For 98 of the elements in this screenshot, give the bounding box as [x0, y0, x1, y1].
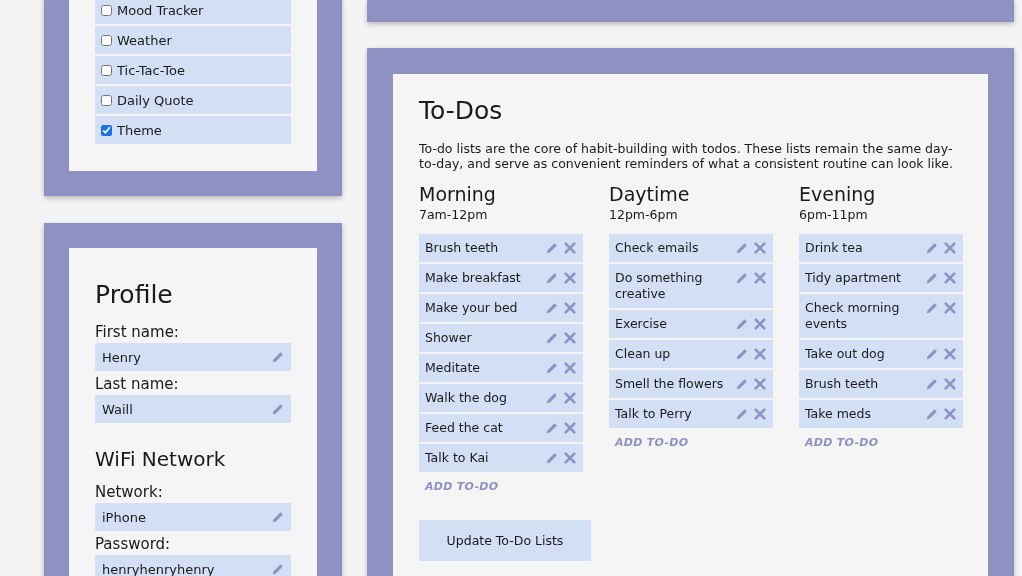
checkbox[interactable]: [101, 34, 112, 46]
pencil-icon[interactable]: [545, 361, 559, 375]
toggle-label: Tic-Tac-Toe: [117, 62, 185, 78]
close-icon[interactable]: [753, 271, 767, 285]
pencil-icon[interactable]: [925, 377, 939, 391]
pencil-icon[interactable]: [545, 241, 559, 255]
close-icon[interactable]: [753, 241, 767, 255]
close-icon[interactable]: [753, 347, 767, 361]
close-icon[interactable]: [563, 391, 577, 405]
toggle-label: Mood Tracker: [117, 2, 204, 18]
pencil-icon[interactable]: [735, 407, 749, 421]
checkbox[interactable]: [101, 4, 112, 16]
section-heading: WiFi Network: [95, 447, 227, 471]
close-icon[interactable]: [563, 241, 577, 255]
pencil-icon[interactable]: [271, 510, 285, 524]
close-icon[interactable]: [753, 377, 767, 391]
field-label: Network:: [95, 483, 164, 501]
text-field[interactable]: Henry: [95, 343, 291, 371]
time-range: 6pm-11pm: [799, 207, 869, 222]
todo-text: Take out dog: [805, 346, 886, 362]
todo-text: Brush teeth: [425, 240, 500, 256]
close-icon[interactable]: [943, 301, 957, 315]
todo-text: Make breakfast: [425, 270, 522, 286]
pencil-icon[interactable]: [925, 407, 939, 421]
close-icon[interactable]: [943, 347, 957, 361]
list-heading: Evening: [799, 183, 877, 205]
pencil-icon[interactable]: [271, 350, 285, 364]
pencil-icon[interactable]: [545, 421, 559, 435]
toggle-label: Theme: [117, 122, 162, 138]
list-heading: Daytime: [609, 183, 691, 205]
toggle-label: Daily Quote: [117, 92, 194, 108]
pencil-icon[interactable]: [925, 301, 939, 315]
close-icon[interactable]: [563, 331, 577, 345]
todo-text: Walk the dog: [425, 390, 508, 406]
list-heading: Morning: [419, 183, 497, 205]
update-button[interactable]: Update To-Do Lists: [419, 520, 591, 561]
todo-text: Do something creative: [615, 270, 704, 302]
todo-text: Check morning events: [805, 300, 901, 332]
close-icon[interactable]: [563, 451, 577, 465]
text-field[interactable]: henryhenryhenry: [95, 555, 291, 576]
checkbox[interactable]: [101, 64, 112, 76]
close-icon[interactable]: [943, 407, 957, 421]
toggle-label: Weather: [117, 32, 172, 48]
pencil-icon[interactable]: [545, 451, 559, 465]
pencil-icon[interactable]: [271, 402, 285, 416]
todo-text: Make your bed: [425, 300, 519, 316]
close-icon[interactable]: [563, 361, 577, 375]
todo-text: Talk to Perry: [615, 406, 693, 422]
todo-text: Talk to Kai: [425, 450, 490, 466]
pencil-icon[interactable]: [925, 347, 939, 361]
toggle-row[interactable]: Mood Tracker: [95, 0, 291, 24]
field-label: Password:: [95, 535, 172, 553]
todo-text: Brush teeth: [805, 376, 880, 392]
close-icon[interactable]: [563, 271, 577, 285]
time-range: 7am-12pm: [419, 207, 489, 222]
todo-text: Shower: [425, 330, 473, 346]
toggle-row[interactable]: Tic-Tac-Toe: [95, 56, 291, 84]
todo-text: Drink tea: [805, 240, 864, 256]
checkbox[interactable]: [101, 124, 112, 136]
text-field[interactable]: iPhone: [95, 503, 291, 531]
pencil-icon[interactable]: [545, 271, 559, 285]
todo-text: Smell the flowers: [615, 376, 725, 392]
todo-text: Take meds: [805, 406, 872, 422]
todo-text: Tidy apartment: [805, 270, 902, 286]
section-heading: Profile: [95, 280, 174, 309]
pencil-icon[interactable]: [735, 317, 749, 331]
close-icon[interactable]: [753, 407, 767, 421]
close-icon[interactable]: [563, 421, 577, 435]
time-range: 12pm-6pm: [609, 207, 679, 222]
pencil-icon[interactable]: [545, 391, 559, 405]
todo-text: Meditate: [425, 360, 482, 376]
pencil-icon[interactable]: [735, 347, 749, 361]
section-heading: To-Dos: [419, 96, 504, 125]
close-icon[interactable]: [753, 317, 767, 331]
close-icon[interactable]: [563, 301, 577, 315]
toggle-row[interactable]: Theme: [95, 116, 291, 144]
pencil-icon[interactable]: [545, 301, 559, 315]
field-label: Last name:: [95, 375, 180, 393]
toggle-row[interactable]: Weather: [95, 26, 291, 54]
field-label: First name:: [95, 323, 180, 341]
pencil-icon[interactable]: [925, 271, 939, 285]
checkbox[interactable]: [101, 94, 112, 106]
todo-text: Check emails: [615, 240, 700, 256]
close-icon[interactable]: [943, 241, 957, 255]
text-field[interactable]: Waill: [95, 395, 291, 423]
todo-text: Clean up: [615, 346, 672, 362]
pencil-icon[interactable]: [735, 241, 749, 255]
description: To-do lists are the core of habit-building with todos. These lists remain the same day-to-day, and serve as convenient reminders of what a consistent routine can look like.: [419, 141, 954, 171]
todo-text: Feed the cat: [425, 420, 504, 436]
close-icon[interactable]: [943, 271, 957, 285]
toggle-row[interactable]: Daily Quote: [95, 86, 291, 114]
pencil-icon[interactable]: [735, 271, 749, 285]
todo-text: Exercise: [615, 316, 668, 332]
pencil-icon[interactable]: [925, 241, 939, 255]
pencil-icon[interactable]: [545, 331, 559, 345]
pencil-icon[interactable]: [271, 562, 285, 576]
close-icon[interactable]: [943, 377, 957, 391]
pencil-icon[interactable]: [735, 377, 749, 391]
